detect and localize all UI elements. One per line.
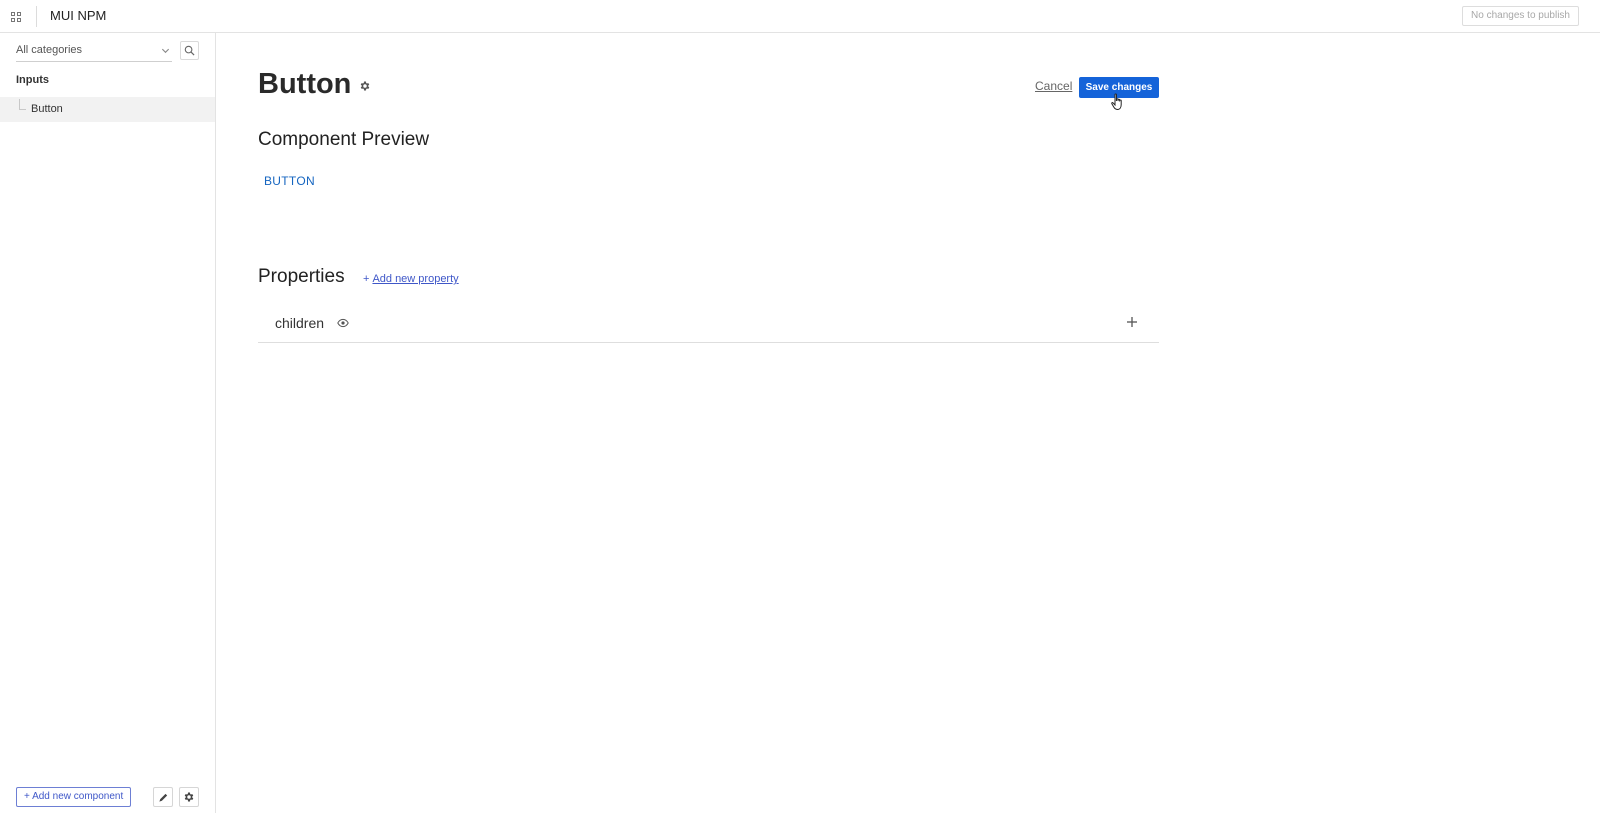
sidebar-item-label: Button	[31, 103, 63, 115]
eye-icon[interactable]	[337, 318, 349, 328]
grid-icon	[11, 12, 21, 22]
add-property-link[interactable]: + Add new property	[363, 273, 459, 285]
edit-button[interactable]	[153, 787, 173, 807]
cancel-button[interactable]: Cancel	[1035, 79, 1072, 93]
add-component-button[interactable]: + Add new component	[16, 787, 132, 807]
property-row[interactable]: children	[258, 307, 1159, 343]
search-icon	[184, 45, 195, 56]
publish-button[interactable]: No changes to publish	[1462, 6, 1579, 26]
settings-button[interactable]	[179, 787, 199, 807]
gear-icon[interactable]	[359, 80, 371, 92]
category-select-value: All categories	[16, 44, 83, 56]
sidebar: All categories Inputs Button + Add new c…	[0, 33, 216, 813]
category-heading: Inputs	[16, 74, 49, 86]
preview-heading: Component Preview	[258, 129, 430, 150]
page-title: Button	[258, 68, 352, 100]
properties-heading: Properties	[258, 266, 345, 287]
apps-grid-button[interactable]	[6, 7, 26, 27]
pencil-icon	[158, 793, 167, 802]
sidebar-item-button[interactable]: Button	[0, 97, 215, 122]
add-property-plus: +	[363, 273, 370, 285]
chevron-down-icon	[161, 48, 170, 54]
plus-icon[interactable]	[1125, 315, 1139, 329]
search-button[interactable]	[180, 41, 199, 60]
preview-button[interactable]: BUTTON	[264, 174, 315, 188]
topbar-divider	[36, 6, 37, 27]
category-select[interactable]: All categories	[16, 42, 172, 62]
gear-icon	[184, 792, 194, 802]
top-bar: MUI NPM No changes to publish	[0, 0, 1600, 33]
add-property-label: Add new property	[372, 273, 459, 285]
hand-cursor-icon	[1111, 93, 1122, 111]
tree-connector	[19, 99, 26, 110]
property-name: children	[275, 315, 325, 331]
app-title: MUI NPM	[50, 8, 107, 23]
